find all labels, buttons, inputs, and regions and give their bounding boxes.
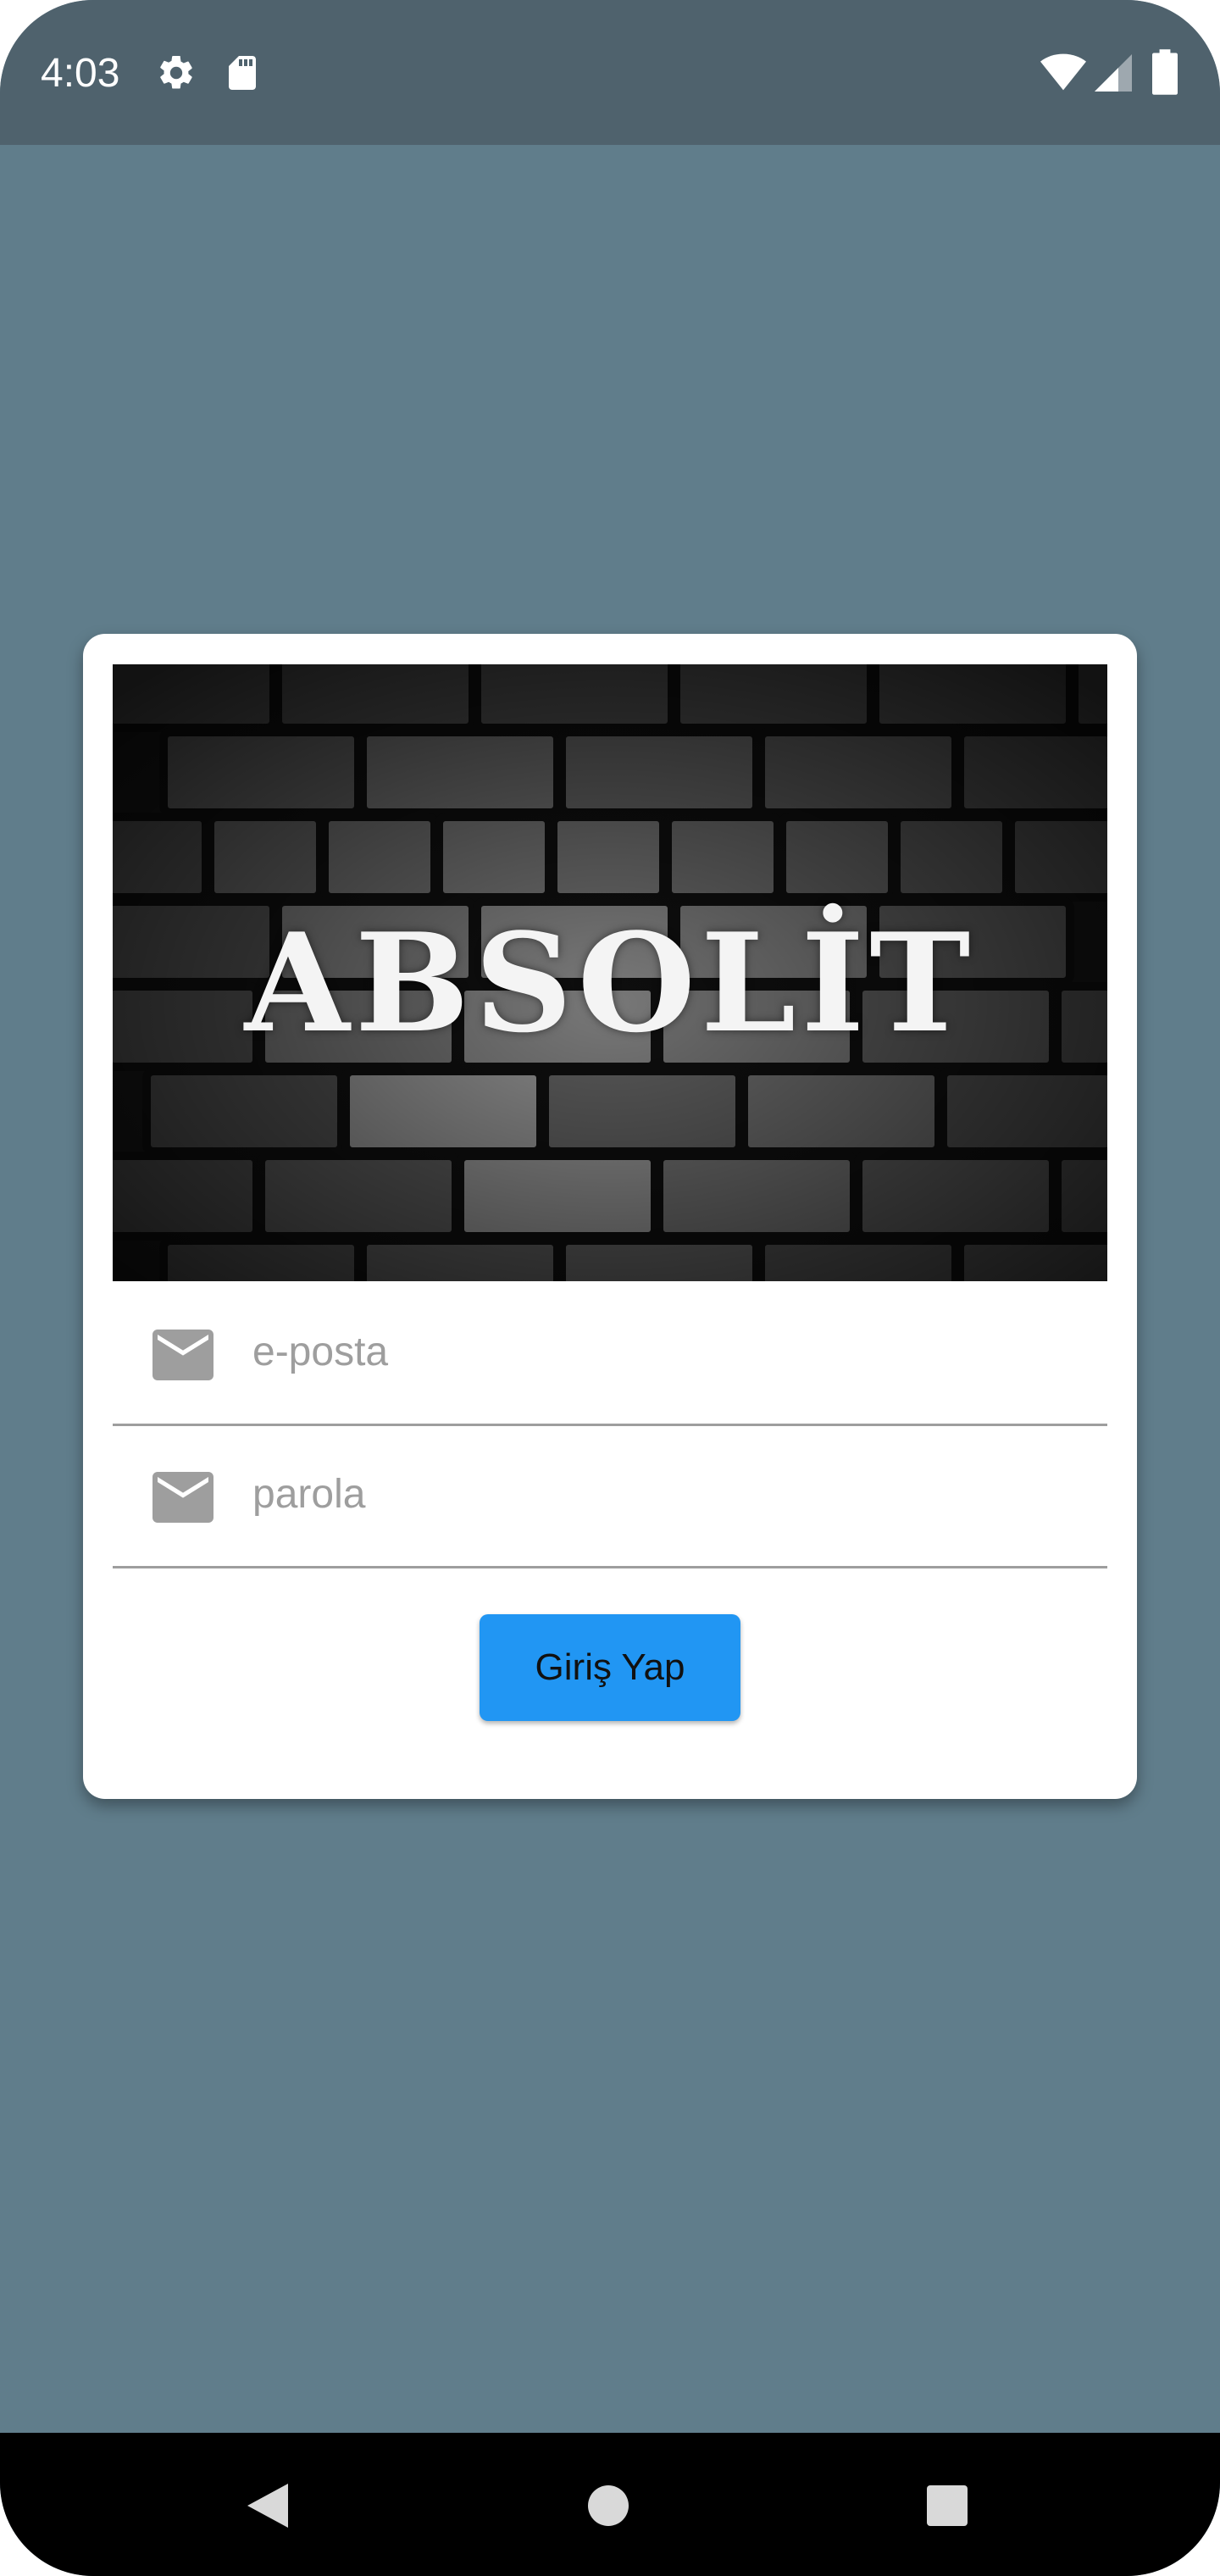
sd-card-icon bbox=[222, 53, 263, 97]
status-bar: 4:03 bbox=[0, 0, 1220, 145]
mail-icon bbox=[152, 1330, 214, 1385]
phone-screen: 4:03 ABSOLİT e-posta Giriş Yap bbox=[0, 0, 1220, 2576]
status-time: 4:03 bbox=[41, 51, 120, 96]
login-button[interactable]: Giriş Yap bbox=[480, 1614, 740, 1721]
back-icon[interactable] bbox=[244, 2480, 291, 2535]
email-input[interactable] bbox=[252, 1313, 1066, 1390]
brand-logo-text: ABSOLİT bbox=[244, 903, 976, 1063]
brand-banner-image: ABSOLİT bbox=[113, 664, 1107, 1281]
gear-icon bbox=[156, 53, 197, 97]
password-input[interactable] bbox=[252, 1456, 1066, 1532]
home-icon[interactable] bbox=[586, 2484, 630, 2532]
login-card: ABSOLİT Giriş Yap bbox=[83, 634, 1137, 1799]
recents-icon[interactable] bbox=[925, 2484, 969, 2532]
mail-icon bbox=[152, 1472, 214, 1527]
navigation-bar bbox=[0, 2433, 1220, 2576]
wifi-icon bbox=[1040, 53, 1086, 96]
battery-icon bbox=[1152, 49, 1178, 99]
password-field-row bbox=[113, 1424, 1107, 1568]
email-field-row bbox=[113, 1281, 1107, 1426]
signal-icon bbox=[1095, 54, 1132, 96]
